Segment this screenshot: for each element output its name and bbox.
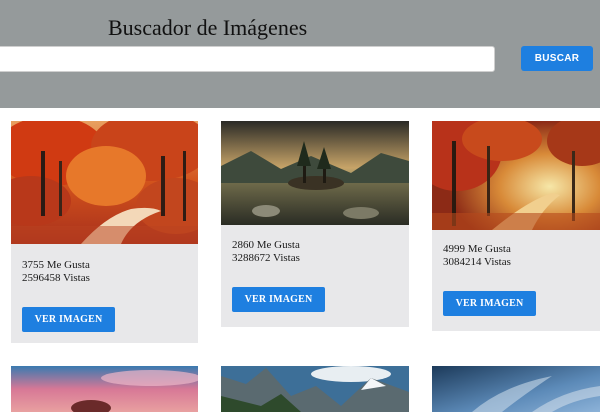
- view-image-button[interactable]: VER IMAGEN: [443, 291, 536, 316]
- likes-count: 3755 Me Gusta: [22, 259, 90, 271]
- card-image-mountain-lake-island[interactable]: [221, 121, 409, 225]
- image-card-1: 3755 Me Gusta 2596458 Vistas VER IMAGEN: [11, 121, 198, 343]
- header-bar: Buscador de Imágenes BUSCAR: [0, 0, 600, 108]
- card-image-alpine-mountains[interactable]: [221, 366, 409, 412]
- views-count: 2596458 Vistas: [22, 272, 90, 284]
- card-image-blue-sky-clouds[interactable]: [432, 366, 600, 412]
- card-image-autumn-forest-path[interactable]: [11, 121, 198, 244]
- card-image-pink-sky-tree[interactable]: [11, 366, 198, 412]
- image-card-4: [11, 366, 198, 412]
- search-button[interactable]: BUSCAR: [521, 46, 593, 71]
- view-image-button[interactable]: VER IMAGEN: [22, 307, 115, 332]
- image-card-2: 2860 Me Gusta 3288672 Vistas VER IMAGEN: [221, 121, 409, 327]
- likes-count: 4999 Me Gusta: [443, 243, 511, 255]
- image-card-3: 4999 Me Gusta 3084214 Vistas VER IMAGEN: [432, 121, 600, 331]
- search-input[interactable]: [0, 46, 495, 72]
- page-title: Buscador de Imágenes: [108, 15, 308, 40]
- views-count: 3084214 Vistas: [443, 256, 511, 268]
- image-card-5: [221, 366, 409, 412]
- card-image-autumn-sunlit-forest[interactable]: [432, 121, 600, 230]
- view-image-button[interactable]: VER IMAGEN: [232, 287, 325, 312]
- views-count: 3288672 Vistas: [232, 252, 300, 264]
- likes-count: 2860 Me Gusta: [232, 239, 300, 251]
- image-card-6: [432, 366, 600, 412]
